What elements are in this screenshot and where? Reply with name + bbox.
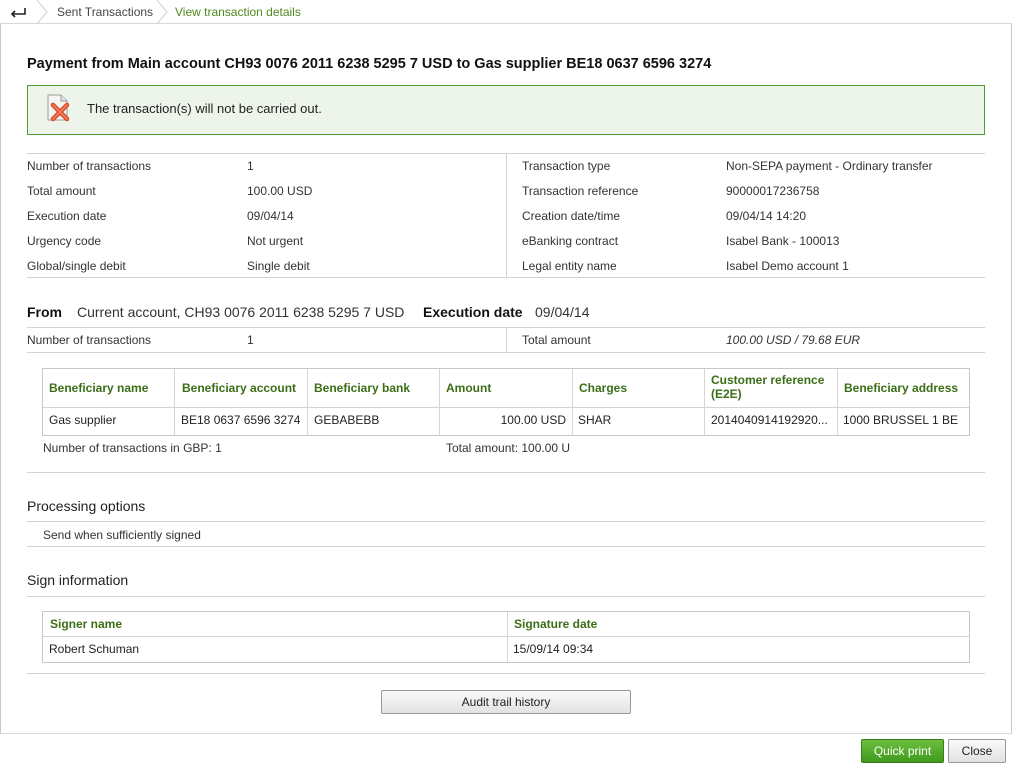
column-header-beneficiary-address[interactable]: Beneficiary address <box>844 381 958 395</box>
error-document-icon <box>45 94 71 124</box>
summary-value-urgency: Not urgent <box>247 234 304 248</box>
column-header-signature-date[interactable]: Signature date <box>514 617 597 631</box>
alert-message: The transaction(s) will not be carried o… <box>87 101 322 116</box>
column-divider <box>507 612 508 662</box>
from-account: Current account, CH93 0076 2011 6238 529… <box>77 304 405 320</box>
summary-value-legal-entity: Isabel Demo account 1 <box>726 259 849 273</box>
table-header-divider <box>43 407 969 408</box>
execution-date-value: 09/04/14 <box>535 304 590 320</box>
back-arrow-icon[interactable] <box>0 0 36 24</box>
summary-label-reference: Transaction reference <box>522 184 639 198</box>
cell-signature-date: 15/09/14 09:34 <box>513 642 594 656</box>
execution-date-label: Execution date <box>423 304 523 320</box>
summary-label-creation: Creation date/time <box>522 209 621 223</box>
beneficiary-table: Beneficiary name Beneficiary account Ben… <box>42 368 970 436</box>
summary-value-contract: Isabel Bank - 100013 <box>726 234 840 248</box>
summary-label-legal-entity: Legal entity name <box>522 259 617 273</box>
summary-value-exec-date: 09/04/14 <box>247 209 294 223</box>
from-label: From <box>27 304 62 320</box>
column-header-beneficiary-account[interactable]: Beneficiary account <box>182 381 296 395</box>
summary-value-reference: 90000017236758 <box>726 184 820 198</box>
breadcrumb-separator <box>156 0 168 24</box>
column-divider <box>704 369 705 435</box>
from-ntx-label: Number of transactions <box>27 333 152 347</box>
summary-label-contract: eBanking contract <box>522 234 619 248</box>
divider <box>27 673 985 674</box>
breadcrumb-view-transaction-details: View transaction details <box>175 5 301 19</box>
quick-print-button[interactable]: Quick print <box>861 739 944 763</box>
column-divider <box>572 369 573 435</box>
summary-value-debit: Single debit <box>247 259 310 273</box>
summary-label-exec-date: Execution date <box>27 209 107 223</box>
breadcrumb-sent-transactions[interactable]: Sent Transactions <box>57 0 153 24</box>
cell-beneficiary-name: Gas supplier <box>49 413 117 427</box>
column-header-charges[interactable]: Charges <box>579 381 627 395</box>
table-header-divider <box>43 636 969 637</box>
column-divider <box>174 369 175 435</box>
divider <box>27 352 985 353</box>
column-divider <box>439 369 440 435</box>
breadcrumb: Sent Transactions View transaction detai… <box>0 0 1012 24</box>
cell-customer-reference: 2014040914192920... <box>711 413 828 427</box>
divider <box>27 277 985 278</box>
table-footer-total: Total amount: 100.00 U <box>446 441 571 455</box>
summary-value-creation: 09/04/14 14:20 <box>726 209 807 223</box>
column-header-beneficiary-bank[interactable]: Beneficiary bank <box>314 381 410 395</box>
divider <box>506 153 507 277</box>
table-footer-count: Number of transactions in GBP: 1 <box>43 441 222 455</box>
cell-charges: SHAR <box>578 413 612 427</box>
column-header-beneficiary-name[interactable]: Beneficiary name <box>49 381 148 395</box>
divider <box>27 472 985 473</box>
summary-label-urgency: Urgency code <box>27 234 102 248</box>
summary-label-debit: Global/single debit <box>27 259 126 273</box>
cell-beneficiary-account: BE18 0637 6596 3274 <box>181 413 301 427</box>
status-alert: The transaction(s) will not be carried o… <box>27 85 985 135</box>
breadcrumb-separator <box>36 0 48 24</box>
cell-signer-name: Robert Schuman <box>49 642 140 656</box>
processing-option-value: Send when sufficiently signed <box>43 528 201 542</box>
summary-label-ntx: Number of transactions <box>27 159 152 173</box>
divider <box>27 546 985 547</box>
summary-value-ntx: 1 <box>247 159 254 173</box>
sign-table: Signer name Signature date Robert Schuma… <box>42 611 970 663</box>
sign-information-title: Sign information <box>27 572 129 588</box>
cell-beneficiary-address: 1000 BRUSSEL 1 BE <box>843 413 958 427</box>
processing-options-title: Processing options <box>27 498 146 514</box>
column-divider <box>837 369 838 435</box>
divider <box>27 596 985 597</box>
cell-amount: 100.00 USD <box>500 413 566 427</box>
divider <box>27 521 985 522</box>
audit-trail-history-button[interactable]: Audit trail history <box>381 690 631 714</box>
column-divider <box>307 369 308 435</box>
from-total-value: 100.00 USD / 79.68 EUR <box>726 333 861 347</box>
column-header-amount[interactable]: Amount <box>446 381 491 395</box>
column-header-customer-reference[interactable]: Customer reference (E2E) <box>711 373 831 401</box>
column-header-signer-name[interactable]: Signer name <box>50 617 122 631</box>
from-ntx-value: 1 <box>247 333 254 347</box>
summary-value-total: 100.00 USD <box>247 184 313 198</box>
divider <box>506 327 507 352</box>
page-title: Payment from Main account CH93 0076 2011… <box>27 56 712 72</box>
from-total-label: Total amount <box>522 333 591 347</box>
cell-beneficiary-bank: GEBABEBB <box>314 413 380 427</box>
summary-label-total: Total amount <box>27 184 96 198</box>
summary-value-type: Non-SEPA payment - Ordinary transfer <box>726 159 933 173</box>
close-button[interactable]: Close <box>948 739 1006 763</box>
summary-label-type: Transaction type <box>522 159 611 173</box>
